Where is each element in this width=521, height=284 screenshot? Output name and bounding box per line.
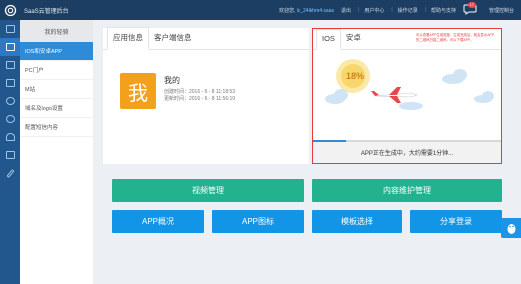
edit-icon[interactable] [0, 164, 20, 182]
content-maintenance-button[interactable]: 内容维护管理 [312, 179, 502, 202]
top-bar: SaaS云管理后台 欢迎您, lc_24ikhm4.saas 退出 | 用户中心… [0, 0, 521, 20]
monitor-icon[interactable] [0, 20, 20, 38]
app-title: SaaS云管理后台 [24, 8, 69, 15]
console-link[interactable]: 管理控制台 [489, 7, 514, 14]
main-content: 应用信息 客户端信息 我 我的 创建时间：2016 - 6 - 8 11:18:… [93, 20, 521, 284]
device-icon[interactable] [0, 74, 20, 92]
username-link[interactable]: lc_24ikhm4.saas [297, 8, 334, 14]
message-badge: 17 [467, 2, 476, 8]
message-button[interactable]: 17 [463, 2, 479, 16]
share-login-button[interactable]: 分享登录 [410, 210, 502, 233]
help-link[interactable]: 帮助与支持 [431, 7, 456, 14]
operation-log-link[interactable]: 操作记录 [398, 7, 418, 14]
user-center-link[interactable]: 用户中心 [364, 7, 384, 14]
app-icon-button[interactable]: APP图标 [212, 210, 304, 233]
chat-icon[interactable] [0, 92, 20, 110]
divider: | [391, 7, 393, 13]
template-select-button[interactable]: 模板选择 [312, 210, 402, 233]
tab-app-info[interactable]: 应用信息 [107, 27, 149, 50]
app-preview-panel: IOS 安卓 可以查看APP生成进度，生成完成后，就会显示APP的二维码扫描二维… [312, 28, 502, 164]
logo-icon [0, 0, 20, 20]
app-details: 我的 创建时间：2016 - 6 - 8 11:18:53 更新时间：2016 … [164, 73, 235, 109]
highlight-frame [312, 28, 502, 164]
video-management-button[interactable]: 视频管理 [112, 179, 304, 202]
info-tabs: 应用信息 客户端信息 [103, 27, 309, 50]
app-info-panel: 应用信息 客户端信息 我 我的 创建时间：2016 - 6 - 8 11:18:… [103, 27, 309, 164]
app-card: 我 我的 创建时间：2016 - 6 - 8 11:18:53 更新时间：201… [120, 73, 235, 109]
created-time: 创建时间：2016 - 6 - 8 11:18:53 [164, 89, 236, 95]
app-logo: 我 [120, 73, 156, 109]
divider: | [358, 7, 360, 13]
sidebar: 我的轻骑 IOS和安卓APP PC门户 M站 域名及logo设置 配置短信内容 [20, 20, 93, 284]
sidebar-title: 我的轻骑 [20, 20, 93, 42]
user-icon[interactable] [0, 128, 20, 146]
tab-client-info[interactable]: 客户端信息 [149, 32, 197, 49]
icon-nav [0, 20, 20, 284]
sidebar-item-sms-config[interactable]: 配置短信内容 [20, 118, 93, 137]
lock-icon[interactable] [0, 146, 20, 164]
sidebar-item-pc-portal[interactable]: PC门户 [20, 61, 93, 80]
updated-time: 更新时间：2016 - 6 - 8 11:56:19 [164, 96, 236, 102]
app-name: 我的 [164, 76, 180, 85]
app-overview-button[interactable]: APP概况 [112, 210, 204, 233]
sidebar-item-m-site[interactable]: M站 [20, 80, 93, 99]
welcome-text: 欢迎您, lc_24ikhm4.saas [278, 7, 334, 14]
app-icon[interactable] [0, 38, 20, 56]
top-nav: 欢迎您, lc_24ikhm4.saas 退出 | 用户中心 | 操作记录 | … [279, 0, 521, 20]
qq-support-button[interactable] [501, 218, 521, 238]
settings-icon[interactable] [0, 110, 20, 128]
chart-icon[interactable] [0, 56, 20, 74]
sidebar-item-domain-logo[interactable]: 域名及logo设置 [20, 99, 93, 118]
sidebar-item-ios-android-app[interactable]: IOS和安卓APP [20, 42, 93, 61]
penguin-icon [507, 223, 515, 234]
divider: | [424, 7, 426, 13]
logout-link[interactable]: 退出 [341, 7, 351, 14]
